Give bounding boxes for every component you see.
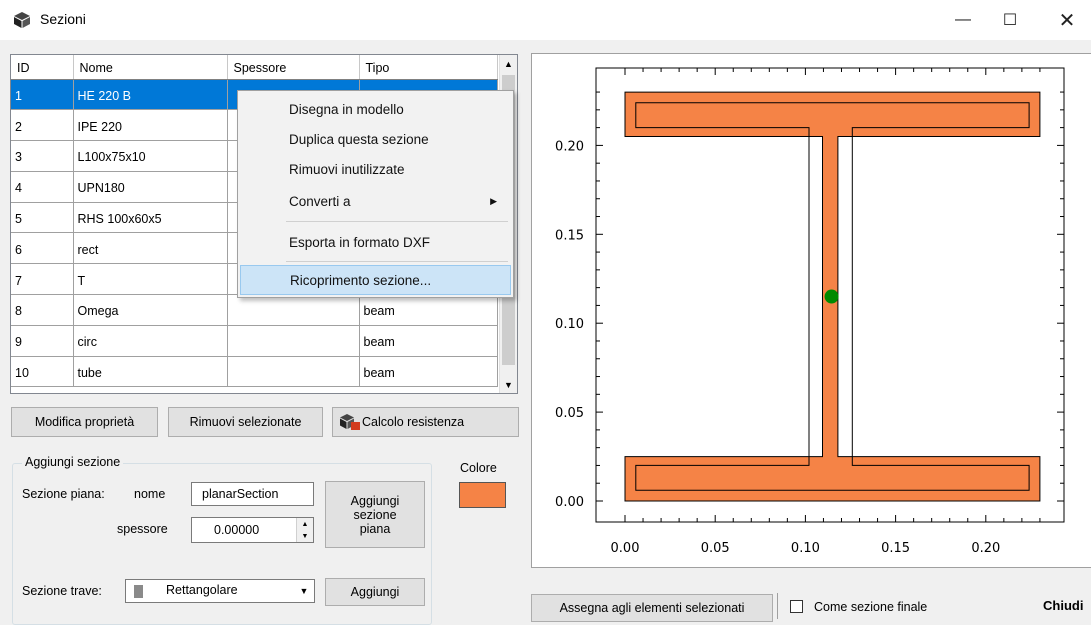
menu-item-duplicate-section[interactable]: Duplica questa sezione [240,124,511,154]
maximize-icon: ☐ [1002,12,1018,29]
cell-id: 5 [11,202,74,234]
cell-id: 4 [11,171,74,203]
assign-to-selected-button[interactable]: Assegna agli elementi selezionati [531,594,773,622]
cell-type: beam [359,356,498,388]
x-tick-label: 0.00 [611,541,640,556]
resistance-cube-icon [340,414,360,430]
y-tick-label: 0.05 [555,406,584,421]
spin-down-icon[interactable]: ▼ [297,530,313,542]
rectangle-section-icon [134,585,143,598]
menu-separator [286,261,508,262]
color-swatch[interactable] [459,482,506,508]
color-label: Colore [460,461,497,475]
scroll-down-icon[interactable]: ▼ [500,376,517,393]
add-beam-section-button[interactable]: Aggiungi [325,578,425,606]
title-bar: Sezioni — ☐ ✕ [0,0,1091,40]
y-tick-label: 0.20 [555,139,584,154]
beam-section-label: Sezione trave: [22,584,102,598]
close-button[interactable]: Chiudi [1043,598,1083,613]
cell-type: beam [359,294,498,326]
close-window-button[interactable]: ✕ [1044,4,1090,36]
cell-name: IPE 220 [73,109,228,142]
modify-properties-button[interactable]: Modifica proprietà [11,407,158,437]
column-header-name[interactable]: Nome [73,55,228,80]
x-tick-label: 0.05 [701,541,730,556]
cell-name: UPN180 [73,171,228,203]
resistance-calc-button[interactable]: Calcolo resistenza [332,407,519,437]
final-section-label: Come sezione finale [814,600,928,614]
spin-up-icon[interactable]: ▲ [297,518,313,530]
table-row[interactable]: 8 Omega beam [11,294,498,326]
cell-name: HE 220 B [73,79,228,111]
cell-type: beam [359,325,498,357]
beam-section-select[interactable]: Rettangolare ▼ [125,579,315,603]
cell-id: 10 [11,356,74,388]
cube-icon [14,12,30,28]
y-tick-label: 0.00 [555,495,584,510]
context-menu: Disegna in modello Duplica questa sezion… [237,90,514,298]
add-planar-section-button[interactable]: Aggiungi sezione piana [325,481,425,548]
cell-name: tube [73,356,228,388]
y-tick-label: 0.15 [555,228,584,243]
close-icon: ✕ [1058,9,1076,32]
cell-thickness [227,325,360,357]
x-tick-label: 0.10 [791,541,820,556]
minimize-button[interactable]: — [940,4,986,36]
column-header-id[interactable]: ID [11,55,74,80]
x-tick-label: 0.20 [971,541,1000,556]
centroid-marker [824,289,839,304]
cell-name: circ [73,325,228,357]
menu-item-section-covering[interactable]: Ricoprimento sezione... [240,265,511,295]
submenu-arrow-icon: ▶ [490,195,497,206]
toolbar-separator [777,593,778,619]
column-header-thickness[interactable]: Spessore [227,55,360,80]
name-label: nome [134,487,166,501]
cell-name: rect [73,232,228,265]
thickness-spin-buttons[interactable]: ▲ ▼ [296,518,313,542]
window-title: Sezioni [40,11,86,27]
minimize-icon: — [955,11,971,28]
x-tick-label: 0.15 [881,541,910,556]
cell-name: T [73,263,228,296]
cell-id: 6 [11,232,74,265]
planar-section-label: Sezione piana: [22,487,105,501]
menu-item-convert-to[interactable]: Converti a ▶ [240,186,511,216]
menu-item-draw-in-model[interactable]: Disegna in modello [240,94,511,124]
chevron-down-icon[interactable]: ▼ [294,580,314,602]
cell-name: RHS 100x60x5 [73,202,228,234]
cell-id: 8 [11,294,74,326]
cell-name: Omega [73,294,228,326]
menu-item-export-dxf[interactable]: Esporta in formato DXF [240,227,511,257]
cell-thickness [227,356,360,388]
remove-selected-button[interactable]: Rimuovi selezionate [168,407,323,437]
table-row[interactable]: 9 circ beam [11,325,498,357]
menu-separator [286,221,508,222]
cell-thickness [227,294,360,326]
cell-id: 7 [11,263,74,296]
y-tick-label: 0.10 [555,317,584,332]
cell-id: 2 [11,109,74,142]
column-header-type[interactable]: Tipo [359,55,498,80]
table-row[interactable]: 10 tube beam [11,356,498,388]
menu-item-remove-unused[interactable]: Rimuovi inutilizzate [240,154,511,184]
add-section-group-title: Aggiungi sezione [22,455,124,469]
cell-id: 9 [11,325,74,357]
section-name-input[interactable]: planarSection [191,482,314,506]
maximize-button[interactable]: ☐ [987,4,1033,36]
cell-id: 3 [11,140,74,172]
table-header: ID Nome Spessore Tipo [11,55,498,80]
section-chart: 0.00 0.05 0.10 0.15 0.20 0.00 0.05 0.10 0.15 0.20 [555,67,1065,556]
cell-id: 1 [11,79,74,111]
scroll-up-icon[interactable]: ▲ [500,55,517,72]
section-preview-panel: 0.00 0.05 0.10 0.15 0.20 0.00 0.05 0.10 0.15 0.20 [531,53,1091,568]
thickness-label: spessore [117,522,168,536]
cell-name: L100x75x10 [73,140,228,172]
final-section-checkbox[interactable] [790,600,803,613]
